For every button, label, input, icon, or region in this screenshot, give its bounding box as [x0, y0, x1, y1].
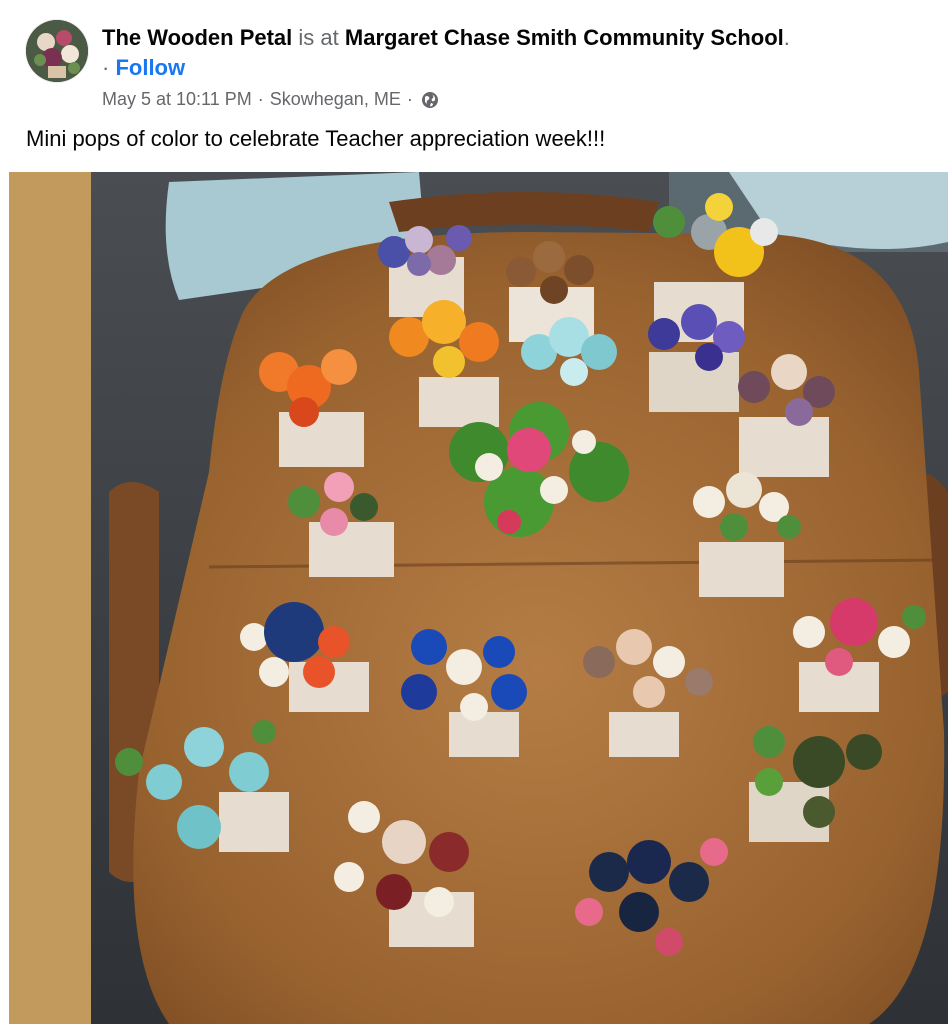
follow-line: · Follow	[102, 54, 185, 82]
post-header: The Wooden Petal is at Margaret Chase Sm…	[0, 0, 948, 172]
post-headline: The Wooden Petal is at Margaret Chase Sm…	[102, 24, 932, 52]
follow-button[interactable]: Follow	[115, 55, 185, 80]
headline-period: .	[783, 25, 790, 50]
author-name-link[interactable]: The Wooden Petal	[102, 25, 292, 50]
post-photo[interactable]	[9, 172, 948, 1024]
post-meta: May 5 at 10:11 PM · Skowhegan, ME ·	[102, 86, 439, 112]
page-avatar[interactable]	[26, 20, 88, 82]
feed-post: The Wooden Petal is at Margaret Chase Sm…	[0, 0, 948, 1024]
globe-icon[interactable]	[421, 90, 439, 108]
post-timestamp[interactable]: May 5 at 10:11 PM	[102, 86, 252, 112]
meta-separator-2: ·	[406, 89, 413, 109]
is-at-text: is at	[298, 25, 339, 50]
post-caption: Mini pops of color to celebrate Teacher …	[26, 126, 606, 151]
location-link[interactable]: Margaret Chase Smith Community School	[345, 25, 784, 50]
follow-separator: ·	[102, 55, 110, 80]
meta-separator: ·	[257, 89, 264, 109]
post-place[interactable]: Skowhegan, ME	[270, 86, 401, 112]
